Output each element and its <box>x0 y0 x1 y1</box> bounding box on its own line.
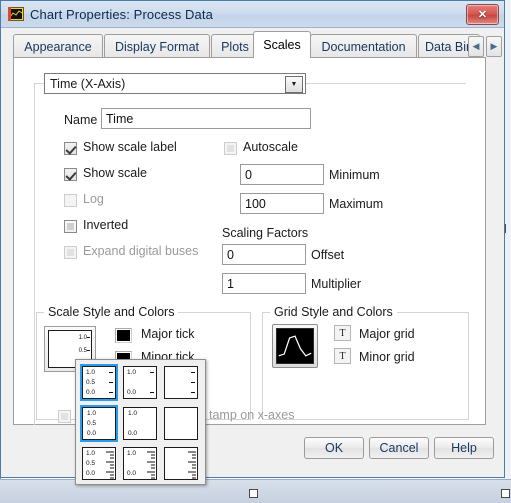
style-option-7-label-0: 1.0 <box>127 450 136 457</box>
style-option-2[interactable] <box>162 364 200 401</box>
style-option-6[interactable]: 1.0 0.5 0.0 <box>80 445 118 482</box>
label-timestamp-on-x-axes: tamp on x-axes <box>209 408 294 422</box>
minor-grid-glyph: T <box>334 348 351 364</box>
name-label: Name <box>64 113 97 127</box>
checkbox-log <box>64 194 77 207</box>
labview-chart-icon <box>8 7 24 21</box>
axis-selector-value: Time (X-Axis) <box>50 77 125 91</box>
checkbox-timestamp-on-x-axes <box>58 410 71 423</box>
tab-plots[interactable]: Plots <box>211 34 259 58</box>
style-option-3-label-0: 1.0 <box>87 410 96 417</box>
style-option-1[interactable]: 1.0 0.0 <box>121 364 159 401</box>
major-grid-color-swatch[interactable]: T <box>334 325 351 340</box>
label-show-scale: Show scale <box>83 166 147 180</box>
multiplier-input[interactable]: 1 <box>222 273 306 294</box>
checkbox-show-scale[interactable] <box>64 168 77 181</box>
tab-scroll-left-icon[interactable]: ◀ <box>468 36 484 57</box>
name-input[interactable]: Time <box>101 108 311 129</box>
preview-tick-1: 0.5 <box>79 348 87 354</box>
minor-grid-color-swatch[interactable]: T <box>334 348 351 363</box>
style-option-0[interactable]: 1.0 0.5 0.0 <box>80 364 118 401</box>
checkbox-expand-digital-buses <box>64 246 77 259</box>
style-option-4-label-0: 1.0 <box>128 410 137 417</box>
label-minor-grid: Minor grid <box>359 350 415 364</box>
scale-style-popup: 1.0 0.5 0.0 1.0 0.0 <box>75 359 206 485</box>
style-option-0-label-2: 0.0 <box>86 389 95 396</box>
tab-documentation[interactable]: Documentation <box>310 34 417 58</box>
panel-left-rule <box>34 83 35 438</box>
style-option-7-label-2: 0.0 <box>127 470 136 477</box>
label-major-grid: Major grid <box>359 327 415 341</box>
dialog-titlebar[interactable]: Chart Properties: Process Data ✕ <box>1 1 504 28</box>
style-option-4[interactable]: 1.0 0.0 <box>121 405 159 442</box>
ruler-icon-7 <box>147 449 155 480</box>
style-option-5[interactable] <box>162 405 200 442</box>
style-option-6-label-0: 1.0 <box>86 450 95 457</box>
grid-style-preview-button[interactable] <box>272 324 318 368</box>
label-maximum: Maximum <box>329 197 383 211</box>
label-expand-digital-buses: Expand digital buses <box>83 244 198 258</box>
label-log: Log <box>83 192 104 206</box>
style-option-3[interactable]: 1.0 0.5 0.0 <box>80 405 118 442</box>
label-minimum: Minimum <box>329 168 380 182</box>
tab-strip: Appearance Display Format Plots Scales D… <box>13 32 496 58</box>
dialog-title: Chart Properties: Process Data <box>30 7 213 22</box>
close-icon[interactable]: ✕ <box>466 4 499 25</box>
major-grid-glyph: T <box>334 325 351 341</box>
tab-display-format[interactable]: Display Format <box>104 34 210 58</box>
style-option-3-label-1: 0.5 <box>87 420 96 427</box>
label-inverted: Inverted <box>83 218 128 232</box>
ok-button[interactable]: OK <box>304 437 364 459</box>
axis-selector-dropdown[interactable]: Time (X-Axis) ▼ <box>44 73 306 94</box>
style-option-6-label-1: 0.5 <box>86 460 95 467</box>
checkbox-inverted[interactable] <box>64 220 77 233</box>
tab-appearance[interactable]: Appearance <box>13 34 103 58</box>
selector-rule-left <box>34 83 44 84</box>
help-button[interactable]: Help <box>434 437 494 459</box>
style-option-4-label-2: 0.0 <box>128 430 137 437</box>
offset-input[interactable]: 0 <box>222 244 306 265</box>
chart-properties-dialog: Chart Properties: Process Data ✕ Appeara… <box>0 0 505 478</box>
major-tick-color-swatch[interactable] <box>115 328 132 343</box>
label-show-scale-label: Show scale label <box>83 140 177 154</box>
label-offset: Offset <box>311 248 344 262</box>
style-option-8[interactable] <box>162 445 200 482</box>
scale-style-group-title: Scale Style and Colors <box>44 305 178 319</box>
label-major-tick: Major tick <box>141 327 194 341</box>
selection-handle-bottom[interactable] <box>249 489 258 498</box>
maximum-input[interactable]: 100 <box>240 193 324 214</box>
minimum-input[interactable]: 0 <box>240 164 324 185</box>
checkbox-show-scale-label[interactable] <box>64 142 77 155</box>
style-option-0-label-0: 1.0 <box>86 369 95 376</box>
grid-style-preview <box>276 328 314 364</box>
ruler-icon-8 <box>188 449 196 480</box>
grid-style-group-title: Grid Style and Colors <box>270 305 397 319</box>
selection-handle-bottom-right[interactable] <box>501 489 510 498</box>
label-multiplier: Multiplier <box>311 277 361 291</box>
style-option-6-label-2: 0.0 <box>86 470 95 477</box>
tab-scroll-right-icon[interactable]: ▶ <box>486 36 502 57</box>
style-option-7[interactable]: 1.0 0.0 <box>121 445 159 482</box>
chevron-down-icon[interactable]: ▼ <box>285 76 303 93</box>
ruler-icon-6 <box>106 449 114 480</box>
style-option-1-label-2: 0.0 <box>127 389 136 396</box>
style-option-3-label-2: 0.0 <box>87 430 96 437</box>
tab-scales[interactable]: Scales <box>253 31 311 58</box>
label-autoscale: Autoscale <box>243 140 298 154</box>
cancel-button[interactable]: Cancel <box>369 437 429 459</box>
preview-tick-0: 1.0 <box>79 335 87 341</box>
style-option-1-label-0: 1.0 <box>127 369 136 376</box>
checkbox-autoscale[interactable] <box>224 142 237 155</box>
selector-rule-right <box>306 83 466 84</box>
label-scaling-factors: Scaling Factors <box>222 226 308 240</box>
style-option-0-label-1: 0.5 <box>86 379 95 386</box>
